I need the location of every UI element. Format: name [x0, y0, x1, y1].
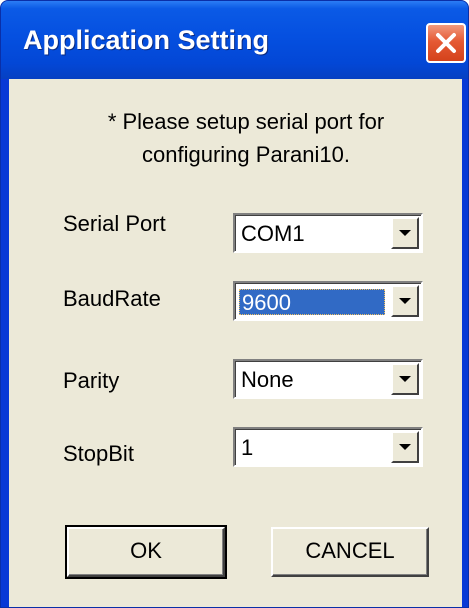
cancel-button[interactable]: CANCEL	[271, 527, 429, 577]
title-bar[interactable]: Application Setting	[1, 1, 468, 79]
window-title: Application Setting	[23, 25, 269, 55]
instruction-text: * Please setup serial port for configuri…	[61, 105, 431, 171]
chevron-down-icon[interactable]	[391, 363, 419, 395]
stopbit-value: 1	[241, 435, 254, 460]
close-icon	[436, 33, 456, 53]
chevron-down-icon[interactable]	[391, 285, 419, 317]
application-setting-dialog: Application Setting * Please setup seria…	[0, 0, 469, 608]
instruction-line-2: configuring Parani10.	[142, 142, 350, 167]
parity-select[interactable]: None	[233, 359, 423, 399]
stopbit-label: StopBit	[63, 441, 134, 466]
chevron-down-icon[interactable]	[391, 217, 419, 249]
ok-button[interactable]: OK	[65, 525, 227, 579]
instruction-line-1: * Please setup serial port for	[107, 109, 385, 134]
serial-port-label: Serial Port	[63, 211, 166, 236]
baudrate-value: 9600	[239, 289, 385, 315]
baudrate-label: BaudRate	[63, 286, 161, 311]
stopbit-select[interactable]: 1	[233, 427, 423, 467]
chevron-down-icon[interactable]	[391, 431, 419, 463]
close-button[interactable]	[426, 23, 466, 63]
serial-port-value: COM1	[241, 221, 305, 246]
serial-port-select[interactable]: COM1	[233, 213, 423, 253]
parity-value: None	[241, 367, 294, 392]
baudrate-select[interactable]: 9600	[233, 281, 423, 321]
parity-label: Parity	[63, 368, 120, 393]
